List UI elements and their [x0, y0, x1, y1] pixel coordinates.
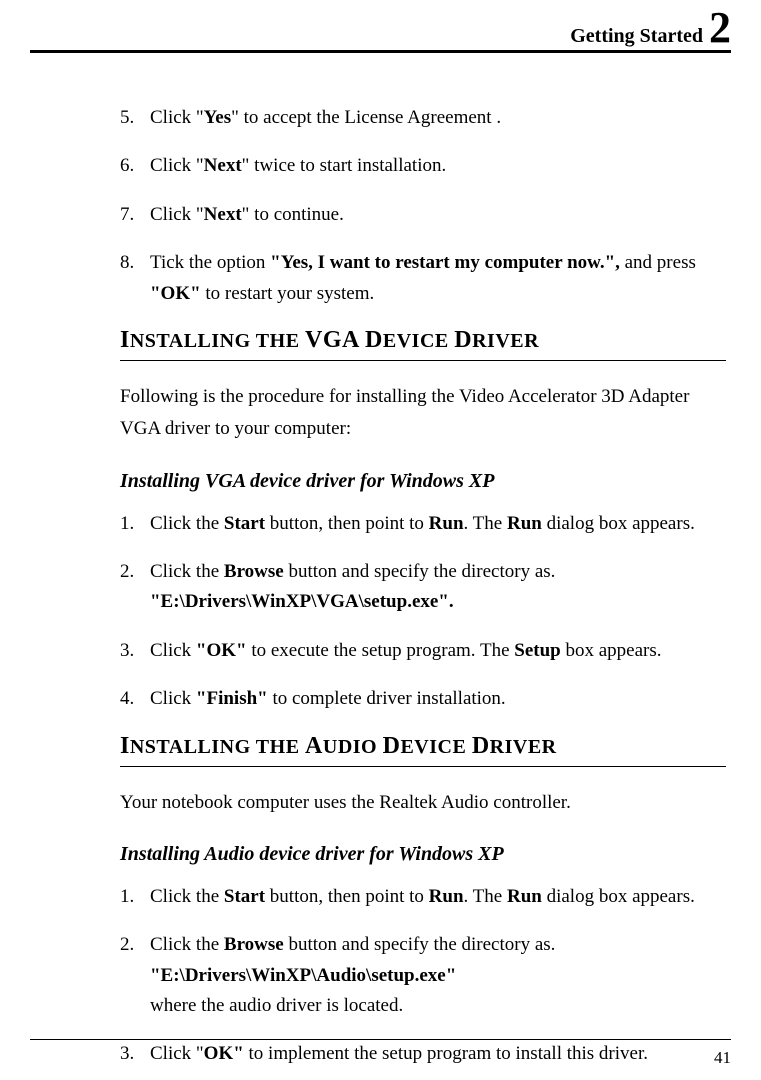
- steps-continued: 5.Click "Yes" to accept the License Agre…: [120, 103, 726, 309]
- step-text: Tick the option "Yes, I want to restart …: [150, 248, 726, 309]
- step-number: 2.: [120, 930, 150, 1021]
- page-footer: 41: [30, 1039, 731, 1068]
- step-number: 1.: [120, 882, 150, 912]
- step-text: Click "Finish" to complete driver instal…: [150, 684, 726, 714]
- step-text: Click the Browse button and specify the …: [150, 930, 726, 1021]
- list-item: 2.Click the Browse button and specify th…: [120, 557, 726, 618]
- page-content: 5.Click "Yes" to accept the License Agre…: [30, 103, 731, 1070]
- section-intro-audio: Your notebook computer uses the Realtek …: [120, 787, 726, 819]
- list-item: 2.Click the Browse button and specify th…: [120, 930, 726, 1021]
- steps-vga: 1.Click the Start button, then point to …: [120, 509, 726, 715]
- subheading-audio: Installing Audio device driver for Windo…: [120, 843, 726, 866]
- step-text: Click the Start button, then point to Ru…: [150, 509, 726, 539]
- list-item: 4.Click "Finish" to complete driver inst…: [120, 684, 726, 714]
- step-number: 6.: [120, 151, 150, 181]
- page-header: Getting Started 2: [30, 10, 731, 53]
- page-number: 41: [714, 1048, 731, 1067]
- step-number: 2.: [120, 557, 150, 618]
- chapter-number: 2: [709, 10, 731, 45]
- step-number: 8.: [120, 248, 150, 309]
- list-item: 8.Tick the option "Yes, I want to restar…: [120, 248, 726, 309]
- step-number: 1.: [120, 509, 150, 539]
- list-item: 3.Click "OK" to execute the setup progra…: [120, 636, 726, 666]
- step-text: Click "Next" twice to start installation…: [150, 151, 726, 181]
- list-item: 1.Click the Start button, then point to …: [120, 509, 726, 539]
- step-number: 4.: [120, 684, 150, 714]
- list-item: 6.Click "Next" twice to start installati…: [120, 151, 726, 181]
- step-text: Click the Start button, then point to Ru…: [150, 882, 726, 912]
- header-title: Getting Started: [570, 25, 703, 48]
- step-number: 7.: [120, 200, 150, 230]
- list-item: 7.Click "Next" to continue.: [120, 200, 726, 230]
- subheading-vga: Installing VGA device driver for Windows…: [120, 470, 726, 493]
- section-heading-vga: INSTALLING THE VGA DEVICE DRIVER: [120, 327, 726, 361]
- step-number: 3.: [120, 636, 150, 666]
- step-text: Click "Next" to continue.: [150, 200, 726, 230]
- step-number: 5.: [120, 103, 150, 133]
- step-text: Click the Browse button and specify the …: [150, 557, 726, 618]
- section-intro-vga: Following is the procedure for installin…: [120, 381, 726, 446]
- step-text: Click "OK" to execute the setup program.…: [150, 636, 726, 666]
- list-item: 1.Click the Start button, then point to …: [120, 882, 726, 912]
- section-heading-audio: INSTALLING THE AUDIO DEVICE DRIVER: [120, 733, 726, 767]
- list-item: 5.Click "Yes" to accept the License Agre…: [120, 103, 726, 133]
- step-text: Click "Yes" to accept the License Agreem…: [150, 103, 726, 133]
